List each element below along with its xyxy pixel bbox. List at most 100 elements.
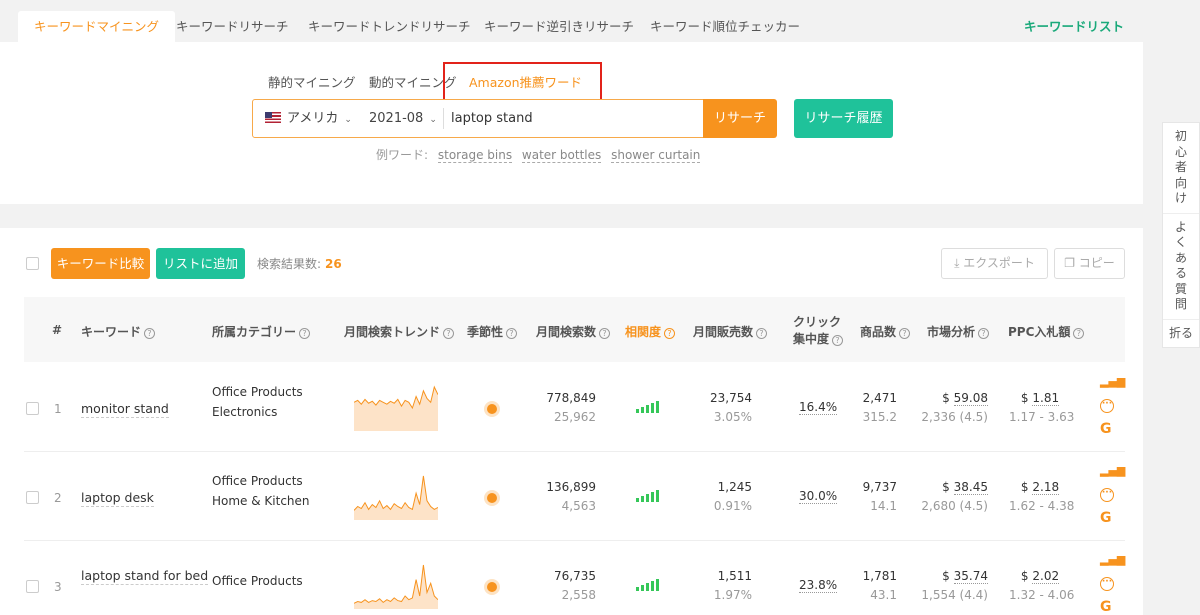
currency-symbol: $	[942, 391, 950, 405]
month-select[interactable]: 2021-08 ⌄	[369, 100, 437, 137]
col-relevance[interactable]: 相関度?	[625, 323, 676, 340]
col-sales[interactable]: 月間販売数?	[693, 323, 768, 340]
faq-link[interactable]: よくある質問	[1163, 214, 1199, 320]
tab-rank-checker[interactable]: キーワード順位チェッカー	[634, 11, 816, 42]
row-checkbox[interactable]	[26, 580, 39, 593]
sales-rate: 1.97%	[713, 588, 752, 602]
trend-sparkline[interactable]	[354, 383, 438, 431]
side-char: 問	[1174, 297, 1187, 311]
row-checkbox[interactable]	[26, 402, 39, 415]
results-panel: キーワード比較 リストに追加 検索結果数: 26 ⤓ エクスポート ❐ コピー #…	[0, 228, 1143, 615]
divider	[443, 108, 444, 129]
tab-keyword-trend-research[interactable]: キーワードトレンドリサーチ	[292, 11, 487, 42]
help-icon[interactable]: ?	[756, 328, 768, 339]
currency-symbol: $	[1020, 569, 1029, 583]
col-category[interactable]: 所属カテゴリー?	[212, 323, 311, 340]
tab-reverse-keyword-research[interactable]: キーワード逆引きリサーチ	[468, 11, 650, 42]
market-price[interactable]: $ 35.74	[920, 569, 988, 584]
more-icon[interactable]: ···	[1100, 577, 1114, 591]
more-icon[interactable]: ···	[1100, 399, 1114, 413]
category-label: Electronics	[212, 405, 278, 419]
keyword-compare-button[interactable]: キーワード比較	[51, 248, 150, 279]
col-click-label-1: クリック	[793, 315, 842, 329]
more-icon[interactable]: ···	[1100, 488, 1114, 502]
market-price[interactable]: $ 38.45	[920, 480, 988, 495]
click-concentration[interactable]: 23.8%	[799, 578, 838, 593]
monthly-sales: 1,245	[717, 480, 752, 494]
subtab-static-mining[interactable]: 静的マイニング	[268, 72, 356, 91]
google-icon[interactable]: G	[1100, 599, 1112, 615]
currency-symbol: $	[942, 569, 950, 583]
keyword-text: monitor stand	[81, 401, 169, 418]
research-button[interactable]: リサーチ	[703, 99, 777, 138]
sales-rate: 0.91%	[713, 499, 752, 513]
bar-chart-icon[interactable]: ▂▄▆	[1100, 375, 1125, 388]
example-word[interactable]: shower curtain	[611, 148, 701, 163]
help-icon[interactable]: ?	[443, 328, 455, 339]
fold-button[interactable]: 折る	[1163, 320, 1199, 348]
google-icon[interactable]: G	[1100, 510, 1112, 526]
market-price[interactable]: $ 59.08	[920, 391, 988, 406]
help-icon[interactable]: ?	[978, 328, 990, 339]
beginner-guide-link[interactable]: 初心者向け	[1163, 123, 1199, 214]
product-ratio: 43.1	[870, 588, 897, 602]
result-count-value: 26	[325, 257, 342, 271]
help-icon[interactable]: ?	[144, 328, 156, 339]
click-value: 30.0%	[799, 489, 838, 504]
tab-keyword-mining[interactable]: キーワードマイニング	[18, 11, 176, 42]
copy-button[interactable]: ❐ コピー	[1054, 248, 1125, 279]
select-all-checkbox[interactable]	[26, 257, 39, 270]
example-word[interactable]: storage bins	[437, 148, 513, 163]
col-trend[interactable]: 月間検索トレンド?	[344, 323, 455, 340]
research-history-button[interactable]: リサーチ履歴	[794, 99, 893, 138]
example-word[interactable]: water bottles	[521, 148, 602, 163]
ppc-bid[interactable]: $ 1.81	[1009, 391, 1071, 406]
keyword-link[interactable]: laptop stand for bed	[81, 568, 209, 585]
tab-keyword-research[interactable]: キーワードリサーチ	[160, 11, 305, 42]
side-help-strip: 初心者向け よくある質問 折る	[1162, 122, 1200, 348]
help-icon[interactable]: ?	[899, 328, 911, 339]
col-click[interactable]: クリック 集中度?	[793, 314, 844, 348]
ppc-bid[interactable]: $ 2.02	[1009, 569, 1071, 584]
help-icon[interactable]: ?	[299, 328, 311, 339]
google-icon[interactable]: G	[1100, 421, 1112, 437]
ppc-bid[interactable]: $ 2.18	[1009, 480, 1071, 495]
help-icon[interactable]: ?	[506, 328, 518, 339]
help-icon[interactable]: ?	[664, 328, 676, 339]
help-icon[interactable]: ?	[599, 328, 611, 339]
col-seasonality[interactable]: 季節性?	[467, 323, 518, 340]
keyword-link[interactable]: laptop desk	[81, 490, 154, 507]
help-icon[interactable]: ?	[1073, 328, 1085, 339]
ppc-bid-value: 2.02	[1032, 569, 1060, 584]
row-checkbox[interactable]	[26, 491, 39, 504]
category-label: Office Products	[212, 385, 303, 399]
export-button[interactable]: ⤓ エクスポート	[941, 248, 1048, 279]
click-concentration[interactable]: 30.0%	[799, 489, 838, 504]
add-to-list-button[interactable]: リストに追加	[156, 248, 245, 279]
monthly-sales: 23,754	[710, 391, 752, 405]
currency-symbol: $	[1020, 391, 1029, 405]
keyword-list-link[interactable]: キーワードリスト	[1008, 11, 1140, 42]
trend-sparkline[interactable]	[354, 472, 438, 520]
row-index: 1	[54, 402, 62, 416]
col-searches[interactable]: 月間検索数?	[536, 323, 611, 340]
side-char: 質	[1174, 281, 1187, 296]
currency-symbol: $	[942, 480, 950, 494]
category-label: Home & Kitchen	[212, 494, 310, 508]
click-concentration[interactable]: 16.4%	[799, 400, 838, 415]
help-icon[interactable]: ?	[832, 335, 844, 346]
country-select[interactable]: アメリカ ⌄	[265, 100, 352, 137]
market-reviews: 2,336 (4.5)	[921, 410, 988, 424]
bar-chart-icon[interactable]: ▂▄▆	[1100, 464, 1125, 477]
keyword-link[interactable]: monitor stand	[81, 401, 169, 418]
bar-chart-icon[interactable]: ▂▄▆	[1100, 553, 1125, 566]
col-market[interactable]: 市場分析?	[927, 323, 990, 340]
col-ppc[interactable]: PPC入札額?	[1008, 323, 1085, 340]
copy-label: コピー	[1078, 256, 1115, 270]
side-char: け	[1174, 191, 1187, 205]
keyword-search-input[interactable]	[451, 100, 701, 137]
col-keyword[interactable]: キーワード?	[81, 323, 156, 340]
click-value: 16.4%	[799, 400, 838, 415]
trend-sparkline[interactable]	[354, 561, 438, 609]
col-products[interactable]: 商品数?	[860, 323, 911, 340]
